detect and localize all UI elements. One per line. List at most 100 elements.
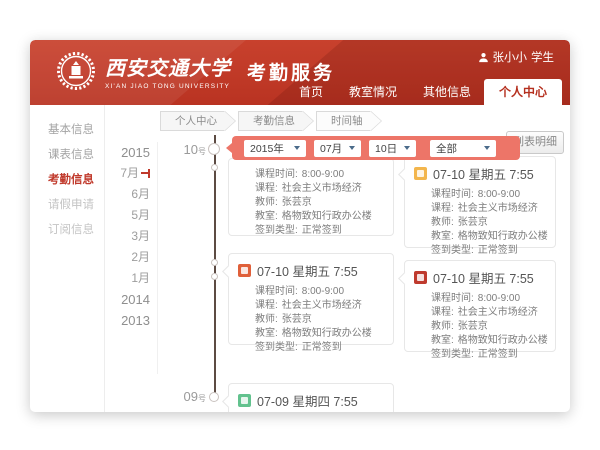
sidebar-item-leave-request[interactable]: 请假申请: [30, 193, 104, 218]
attendance-card: 07-10 星期五 7:55 课程时间: 8:00-9:00 课程: 社会主义市场经…: [228, 253, 394, 345]
axis-year-2015[interactable]: 2015: [110, 142, 150, 163]
field-label-room: 教室:: [431, 335, 454, 346]
field-value-time: 8:00-9:00: [478, 293, 520, 304]
nav-item-personal-center[interactable]: 个人中心: [484, 79, 562, 105]
app-header: 西安交通大学 XI'AN JIAO TONG UNIVERSITY 考勤服务 张…: [30, 40, 570, 105]
field-value-room: 格物致知行政办公楼: [458, 335, 548, 346]
timeline-node-day09[interactable]: [209, 392, 219, 402]
timeline-node-small-1: [211, 164, 218, 171]
day-marker-10[interactable]: 10号: [172, 142, 206, 157]
attendance-card: 07-10 星期五 7:55 课程时间: 8:00-9:00 课程: 社会主义市场经…: [404, 260, 556, 352]
field-label-course: 课程:: [431, 203, 454, 214]
field-value-teacher: 张芸京: [458, 321, 488, 332]
field-label-teacher: 教师:: [255, 197, 278, 208]
sidebar-item-basic-info[interactable]: 基本信息: [30, 118, 104, 143]
university-name-en: XI'AN JIAO TONG UNIVERSITY: [105, 83, 231, 90]
timeline-node-small-2: [211, 259, 218, 266]
field-label-time: 课程时间:: [255, 286, 298, 297]
field-value-sign-type: 正常签到: [478, 245, 518, 256]
app-window: 西安交通大学 XI'AN JIAO TONG UNIVERSITY 考勤服务 张…: [30, 40, 570, 412]
dropdown-arrow-icon: [349, 146, 355, 150]
field-value-teacher: 张芸京: [282, 314, 312, 325]
field-value-time: 8:00-9:00: [302, 286, 344, 297]
filter-bar: 2015年 07月 10日 全部: [232, 136, 520, 160]
month-select[interactable]: 07月: [314, 140, 361, 157]
field-value-sign-type: 正常签到: [302, 225, 342, 236]
axis-month-may[interactable]: 5月: [110, 205, 150, 226]
dropdown-arrow-icon: [404, 146, 410, 150]
attendance-card: 07-09 星期四 7:55: [228, 383, 394, 412]
field-label-room: 教室:: [255, 211, 278, 222]
nav-item-home[interactable]: 首页: [286, 79, 336, 105]
axis-month-feb[interactable]: 2月: [110, 247, 150, 268]
field-label-sign-type: 签到类型:: [431, 349, 474, 360]
calendar-stamp-icon: [238, 394, 251, 407]
field-value-room: 格物致知行政办公楼: [282, 328, 372, 339]
card-date-title: 07-10 星期五 7:55: [257, 261, 358, 280]
sidebar-item-subscription[interactable]: 订阅信息: [30, 218, 104, 243]
field-label-course: 课程:: [255, 183, 278, 194]
calendar-stamp-icon: [414, 271, 427, 284]
user-name: 张小小: [493, 49, 528, 65]
day-select[interactable]: 10日: [369, 140, 416, 157]
field-value-sign-type: 正常签到: [302, 342, 342, 353]
field-label-room: 教室:: [431, 231, 454, 242]
field-value-time: 8:00-9:00: [302, 169, 344, 180]
day-marker-09[interactable]: 09号: [172, 389, 206, 404]
timeline-vertical-line: [214, 135, 216, 401]
axis-month-jul[interactable]: 7月: [110, 163, 150, 184]
timeline-node-day10[interactable]: [208, 143, 220, 155]
sidebar-item-timetable[interactable]: 课表信息: [30, 143, 104, 168]
field-value-course: 社会主义市场经济: [458, 307, 538, 318]
card-date-title: 07-09 星期四 7:55: [257, 391, 358, 410]
field-value-room: 格物致知行政办公楼: [458, 231, 548, 242]
field-label-time: 课程时间:: [431, 293, 474, 304]
attendance-card: 课程时间: 8:00-9:00 课程: 社会主义市场经济 教师: 张芸京 教室: 格物致…: [228, 158, 394, 236]
calendar-stamp-icon: [238, 264, 251, 277]
sidebar-item-attendance[interactable]: 考勤信息: [30, 168, 104, 193]
field-value-course: 社会主义市场经济: [458, 203, 538, 214]
dropdown-arrow-icon: [484, 146, 490, 150]
person-icon: [478, 52, 489, 63]
nav-item-classrooms[interactable]: 教室情况: [336, 79, 410, 105]
field-label-sign-type: 签到类型:: [255, 342, 298, 353]
field-label-teacher: 教师:: [431, 321, 454, 332]
field-value-time: 8:00-9:00: [478, 189, 520, 200]
card-date-title: 07-10 星期五 7:55: [433, 164, 534, 183]
user-info[interactable]: 张小小 学生: [478, 49, 555, 65]
axis-month-mar[interactable]: 3月: [110, 226, 150, 247]
attendance-card: 07-10 星期五 7:55 课程时间: 8:00-9:00 课程: 社会主义市场经…: [404, 156, 556, 248]
field-value-sign-type: 正常签到: [478, 349, 518, 360]
breadcrumb-personal-center[interactable]: 个人中心: [160, 111, 225, 131]
university-name-cn: 西安交通大学: [105, 52, 231, 81]
axis-year-2013[interactable]: 2013: [110, 310, 150, 331]
breadcrumb-attendance-info[interactable]: 考勤信息: [238, 111, 303, 131]
field-label-room: 教室:: [255, 328, 278, 339]
timeline-axis: 2015 7月 6月 5月 3月 2月 1月 2014 2013: [110, 142, 158, 374]
dropdown-arrow-icon: [294, 146, 300, 150]
field-label-course: 课程:: [431, 307, 454, 318]
card-date-title: 07-10 星期五 7:55: [433, 268, 534, 287]
field-label-time: 课程时间:: [255, 169, 298, 180]
sidebar: 基本信息 课表信息 考勤信息 请假申请 订阅信息: [30, 105, 105, 412]
field-label-sign-type: 签到类型:: [431, 245, 474, 256]
axis-month-jan[interactable]: 1月: [110, 268, 150, 289]
breadcrumb-timeline[interactable]: 时间轴: [316, 111, 371, 131]
field-value-teacher: 张芸京: [282, 197, 312, 208]
field-label-time: 课程时间:: [431, 189, 474, 200]
year-select[interactable]: 2015年: [244, 140, 306, 157]
type-select[interactable]: 全部: [430, 140, 496, 157]
calendar-stamp-icon: [414, 167, 427, 180]
university-logo-icon: [56, 51, 96, 91]
axis-month-jun[interactable]: 6月: [110, 184, 150, 205]
field-value-course: 社会主义市场经济: [282, 300, 362, 311]
user-role: 学生: [531, 49, 554, 65]
axis-year-2014[interactable]: 2014: [110, 289, 150, 310]
breadcrumb: 个人中心 考勤信息 时间轴: [160, 111, 384, 131]
main-nav: 首页 教室情况 其他信息 个人中心: [286, 79, 562, 105]
field-value-course: 社会主义市场经济: [282, 183, 362, 194]
nav-item-other-info[interactable]: 其他信息: [410, 79, 484, 105]
field-label-sign-type: 签到类型:: [255, 225, 298, 236]
field-value-room: 格物致知行政办公楼: [282, 211, 372, 222]
field-label-course: 课程:: [255, 300, 278, 311]
